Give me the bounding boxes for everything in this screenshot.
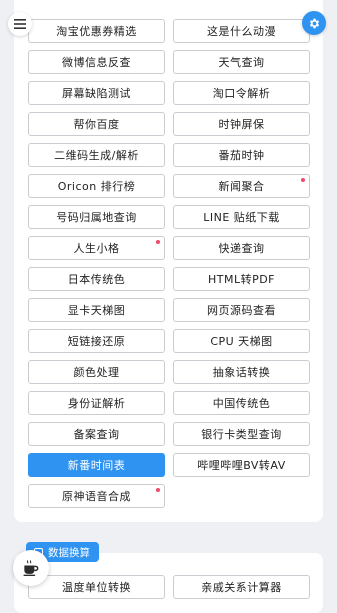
tools-grid: 淘宝优惠券精选 这是什么动漫微博信息反查 天气查询屏幕缺陷测试 淘口令解析帮你百度 时钟… bbox=[28, 19, 310, 508]
tool-button-label: 淘宝优惠券精选 bbox=[56, 25, 137, 38]
floating-action-button[interactable] bbox=[13, 550, 49, 586]
tool-button-label: 二维码生成/解析 bbox=[54, 149, 139, 162]
tool-button[interactable]: 淘宝优惠券精选 bbox=[28, 19, 165, 43]
tool-button[interactable]: 亲戚关系计算器 bbox=[173, 575, 310, 599]
tool-button-label: 温度单位转换 bbox=[62, 581, 131, 594]
tool-button[interactable]: 新闻聚合 bbox=[173, 174, 310, 198]
tool-button-label: 银行卡类型查询 bbox=[201, 428, 282, 441]
tool-button[interactable]: 短链接还原 bbox=[28, 329, 165, 353]
tool-button[interactable]: 颜色处理 bbox=[28, 360, 165, 384]
tool-button-label: 淘口令解析 bbox=[212, 87, 271, 100]
tool-button[interactable]: 帮你百度 bbox=[28, 112, 165, 136]
tool-button-label: 亲戚关系计算器 bbox=[201, 581, 282, 594]
tool-button-label: 番茄时钟 bbox=[218, 149, 265, 162]
tool-button[interactable]: 号码归属地查询 bbox=[28, 205, 165, 229]
tool-button-label: 新闻聚合 bbox=[218, 180, 265, 193]
tool-button-label: 日本传统色 bbox=[67, 273, 126, 286]
tool-button-label: 这是什么动漫 bbox=[207, 25, 276, 38]
tool-button[interactable]: 时钟屏保 bbox=[173, 112, 310, 136]
new-indicator-dot bbox=[156, 488, 160, 492]
data-conversion-card: 温度单位转换 亲戚关系计算器 bbox=[14, 553, 323, 613]
data-conversion-grid: 温度单位转换 亲戚关系计算器 bbox=[28, 575, 310, 599]
tool-button-label: 时钟屏保 bbox=[218, 118, 265, 131]
tool-button-label: 帮你百度 bbox=[73, 118, 120, 131]
new-indicator-dot bbox=[156, 240, 160, 244]
tool-button[interactable]: 身份证解析 bbox=[28, 391, 165, 415]
tool-button[interactable]: 新番时间表 bbox=[28, 453, 165, 477]
tool-button[interactable]: LINE 贴纸下载 bbox=[173, 205, 310, 229]
tool-button-label: 备案查询 bbox=[73, 428, 120, 441]
tool-button[interactable]: 微博信息反查 bbox=[28, 50, 165, 74]
tool-button-label: 哔哩哔哩BV转AV bbox=[197, 459, 286, 472]
tool-button-label: LINE 贴纸下载 bbox=[203, 211, 280, 224]
menu-button[interactable] bbox=[8, 12, 32, 36]
tool-button-label: 网页源码查看 bbox=[207, 304, 276, 317]
tool-button-label: 身份证解析 bbox=[67, 397, 126, 410]
tool-button-label: 天气查询 bbox=[218, 56, 265, 69]
menu-icon bbox=[14, 19, 26, 29]
tool-button[interactable]: 人生小格 bbox=[28, 236, 165, 260]
tool-button-label: Oricon 排行榜 bbox=[57, 180, 136, 193]
tool-button-label: 新番时间表 bbox=[67, 459, 126, 472]
tool-button[interactable]: 日本传统色 bbox=[28, 267, 165, 291]
tool-button-label: 微博信息反查 bbox=[62, 56, 131, 69]
tool-button[interactable]: 银行卡类型查询 bbox=[173, 422, 310, 446]
tool-button-label: 快递查询 bbox=[218, 242, 265, 255]
tool-button[interactable]: 哔哩哔哩BV转AV bbox=[173, 453, 310, 477]
tool-button-label: 抽象话转换 bbox=[212, 366, 271, 379]
tool-button[interactable]: 快递查询 bbox=[173, 236, 310, 260]
tool-button[interactable]: 屏幕缺陷测试 bbox=[28, 81, 165, 105]
tool-button[interactable]: 显卡天梯图 bbox=[28, 298, 165, 322]
tool-button[interactable]: 温度单位转换 bbox=[28, 575, 165, 599]
tool-button-label: CPU 天梯图 bbox=[210, 335, 273, 348]
tool-button[interactable]: 备案查询 bbox=[28, 422, 165, 446]
tool-button-label: 屏幕缺陷测试 bbox=[62, 87, 131, 100]
tool-button[interactable]: 中国传统色 bbox=[173, 391, 310, 415]
tool-button[interactable]: 抽象话转换 bbox=[173, 360, 310, 384]
tool-button-label: 短链接还原 bbox=[67, 335, 126, 348]
tool-button[interactable]: 这是什么动漫 bbox=[173, 19, 310, 43]
tool-button[interactable]: 原神语音合成 bbox=[28, 484, 165, 508]
tool-button-label: 人生小格 bbox=[73, 242, 120, 255]
tool-button[interactable]: 天气查询 bbox=[173, 50, 310, 74]
tool-button[interactable]: 二维码生成/解析 bbox=[28, 143, 165, 167]
tools-card: 淘宝优惠券精选 这是什么动漫微博信息反查 天气查询屏幕缺陷测试 淘口令解析帮你百度 时钟… bbox=[14, 0, 323, 522]
tool-button-label: HTML转PDF bbox=[207, 273, 276, 286]
gear-icon bbox=[309, 18, 319, 28]
tool-button[interactable]: 番茄时钟 bbox=[173, 143, 310, 167]
new-indicator-dot bbox=[301, 178, 305, 182]
settings-button[interactable] bbox=[302, 11, 326, 35]
tool-button[interactable]: 网页源码查看 bbox=[173, 298, 310, 322]
tool-button[interactable]: HTML转PDF bbox=[173, 267, 310, 291]
tool-button[interactable]: CPU 天梯图 bbox=[173, 329, 310, 353]
tool-button[interactable]: 淘口令解析 bbox=[173, 81, 310, 105]
section-label-text: 数据换算 bbox=[48, 546, 90, 559]
coffee-icon bbox=[23, 560, 39, 576]
tool-button-label: 原神语音合成 bbox=[62, 490, 131, 503]
tool-button-label: 显卡天梯图 bbox=[67, 304, 126, 317]
tool-button[interactable]: Oricon 排行榜 bbox=[28, 174, 165, 198]
tool-button-label: 颜色处理 bbox=[73, 366, 120, 379]
tool-button-label: 号码归属地查询 bbox=[56, 211, 137, 224]
tool-button-label: 中国传统色 bbox=[212, 397, 271, 410]
